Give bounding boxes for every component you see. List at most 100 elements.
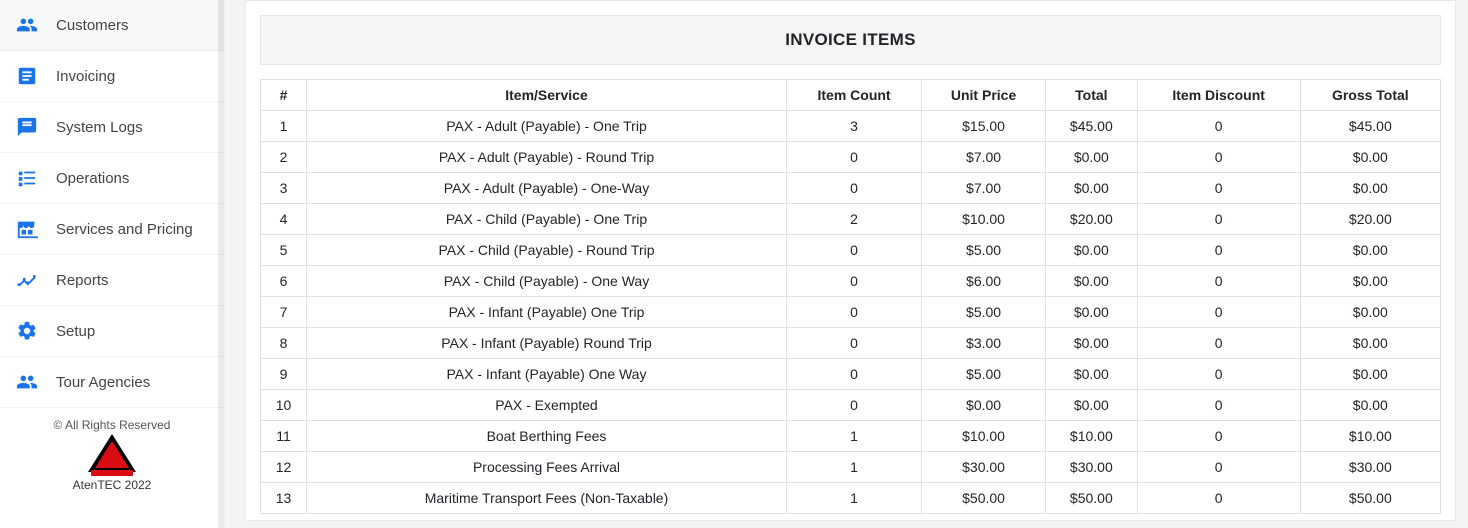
- cell-discount: 0: [1137, 266, 1300, 297]
- col-discount: Item Discount: [1137, 80, 1300, 111]
- cell-gross: $0.00: [1300, 266, 1440, 297]
- cell-num: 1: [261, 111, 307, 142]
- cell-gross: $0.00: [1300, 235, 1440, 266]
- cell-discount: 0: [1137, 421, 1300, 452]
- col-num: #: [261, 80, 307, 111]
- sidebar-item-setup[interactable]: Setup: [0, 306, 224, 357]
- cell-discount: 0: [1137, 452, 1300, 483]
- sidebar-nav: CustomersInvoicing System Logs Operations S…: [0, 0, 224, 408]
- cell-unit: $6.00: [922, 266, 1046, 297]
- brand-logo-icon: [87, 432, 137, 476]
- sidebar-item-reports[interactable]: Reports: [0, 255, 224, 306]
- sidebar-item-systemlogs[interactable]: System Logs: [0, 102, 224, 153]
- sidebar-item-invoicing[interactable]: Invoicing: [0, 51, 224, 102]
- cell-count: 0: [787, 359, 922, 390]
- sidebar-item-operations[interactable]: Operations: [0, 153, 224, 204]
- cell-count: 2: [787, 204, 922, 235]
- trend-icon: [16, 269, 38, 291]
- cell-gross: $10.00: [1300, 421, 1440, 452]
- cell-discount: 0: [1137, 142, 1300, 173]
- cell-item: PAX - Adult (Payable) - Round Trip: [307, 142, 787, 173]
- brand-name: AtenTEC 2022: [73, 478, 152, 492]
- people-icon: [16, 371, 38, 393]
- doc-icon: [16, 65, 38, 87]
- cell-count: 1: [787, 421, 922, 452]
- cell-num: 3: [261, 173, 307, 204]
- gear-icon: [16, 320, 38, 342]
- table-row: 9PAX - Infant (Payable) One Way0$5.00$0.…: [261, 359, 1441, 390]
- cell-total: $0.00: [1046, 235, 1138, 266]
- cell-unit: $5.00: [922, 235, 1046, 266]
- col-count: Item Count: [787, 80, 922, 111]
- cell-discount: 0: [1137, 359, 1300, 390]
- table-row: 8PAX - Infant (Payable) Round Trip0$3.00…: [261, 328, 1441, 359]
- sidebar: CustomersInvoicing System Logs Operations S…: [0, 0, 225, 528]
- cell-total: $0.00: [1046, 328, 1138, 359]
- cell-item: Processing Fees Arrival: [307, 452, 787, 483]
- cell-gross: $0.00: [1300, 297, 1440, 328]
- cell-num: 2: [261, 142, 307, 173]
- cell-count: 3: [787, 111, 922, 142]
- cell-total: $10.00: [1046, 421, 1138, 452]
- cell-num: 13: [261, 483, 307, 514]
- col-total: Total: [1046, 80, 1138, 111]
- cell-item: Maritime Transport Fees (Non-Taxable): [307, 483, 787, 514]
- cell-unit: $10.00: [922, 204, 1046, 235]
- cell-count: 0: [787, 266, 922, 297]
- cell-gross: $0.00: [1300, 390, 1440, 421]
- cell-unit: $5.00: [922, 359, 1046, 390]
- table-header-row: # Item/Service Item Count Unit Price Tot…: [261, 80, 1441, 111]
- cell-discount: 0: [1137, 483, 1300, 514]
- cell-count: 1: [787, 452, 922, 483]
- cell-total: $0.00: [1046, 390, 1138, 421]
- cell-discount: 0: [1137, 235, 1300, 266]
- cell-item: PAX - Infant (Payable) One Trip: [307, 297, 787, 328]
- cell-total: $30.00: [1046, 452, 1138, 483]
- cell-num: 6: [261, 266, 307, 297]
- cell-num: 4: [261, 204, 307, 235]
- cell-total: $20.00: [1046, 204, 1138, 235]
- cell-total: $0.00: [1046, 297, 1138, 328]
- cell-gross: $0.00: [1300, 328, 1440, 359]
- table-row: 11Boat Berthing Fees1$10.00$10.000$10.00: [261, 421, 1441, 452]
- cell-item: PAX - Exempted: [307, 390, 787, 421]
- cell-count: 0: [787, 390, 922, 421]
- cell-item: PAX - Child (Payable) - One Trip: [307, 204, 787, 235]
- table-row: 7PAX - Infant (Payable) One Trip0$5.00$0…: [261, 297, 1441, 328]
- sidebar-item-label: Operations: [56, 170, 129, 187]
- sidebar-item-label: System Logs: [56, 119, 143, 136]
- sidebar-item-label: Services and Pricing: [56, 221, 193, 238]
- main-content: INVOICE ITEMS # Item/Service Item Count …: [225, 0, 1468, 528]
- cell-total: $0.00: [1046, 266, 1138, 297]
- table-row: 6PAX - Child (Payable) - One Way0$6.00$0…: [261, 266, 1441, 297]
- store-icon: [16, 218, 38, 240]
- cell-item: PAX - Child (Payable) - One Way: [307, 266, 787, 297]
- cell-discount: 0: [1137, 204, 1300, 235]
- table-row: 5PAX - Child (Payable) - Round Trip0$5.0…: [261, 235, 1441, 266]
- cell-discount: 0: [1137, 173, 1300, 204]
- cell-unit: $5.00: [922, 297, 1046, 328]
- table-row: 13Maritime Transport Fees (Non-Taxable)1…: [261, 483, 1441, 514]
- table-row: 1PAX - Adult (Payable) - One Trip3$15.00…: [261, 111, 1441, 142]
- cell-gross: $45.00: [1300, 111, 1440, 142]
- sidebar-item-services[interactable]: Services and Pricing: [0, 204, 224, 255]
- table-row: 2PAX - Adult (Payable) - Round Trip0$7.0…: [261, 142, 1441, 173]
- cell-unit: $7.00: [922, 173, 1046, 204]
- brand-block: AtenTEC 2022: [8, 432, 216, 498]
- cell-num: 11: [261, 421, 307, 452]
- cell-total: $50.00: [1046, 483, 1138, 514]
- cell-unit: $30.00: [922, 452, 1046, 483]
- cell-num: 8: [261, 328, 307, 359]
- cell-count: 0: [787, 235, 922, 266]
- col-gross: Gross Total: [1300, 80, 1440, 111]
- cell-unit: $15.00: [922, 111, 1046, 142]
- col-unit: Unit Price: [922, 80, 1046, 111]
- invoice-items-table: # Item/Service Item Count Unit Price Tot…: [260, 79, 1441, 514]
- sidebar-item-touragencies[interactable]: Tour Agencies: [0, 357, 224, 408]
- sidebar-footer: © All Rights Reserved AtenTEC 2022: [0, 408, 224, 504]
- cell-item: PAX - Infant (Payable) Round Trip: [307, 328, 787, 359]
- cell-num: 9: [261, 359, 307, 390]
- sidebar-item-customers[interactable]: Customers: [0, 0, 224, 51]
- cell-count: 0: [787, 142, 922, 173]
- cell-count: 0: [787, 328, 922, 359]
